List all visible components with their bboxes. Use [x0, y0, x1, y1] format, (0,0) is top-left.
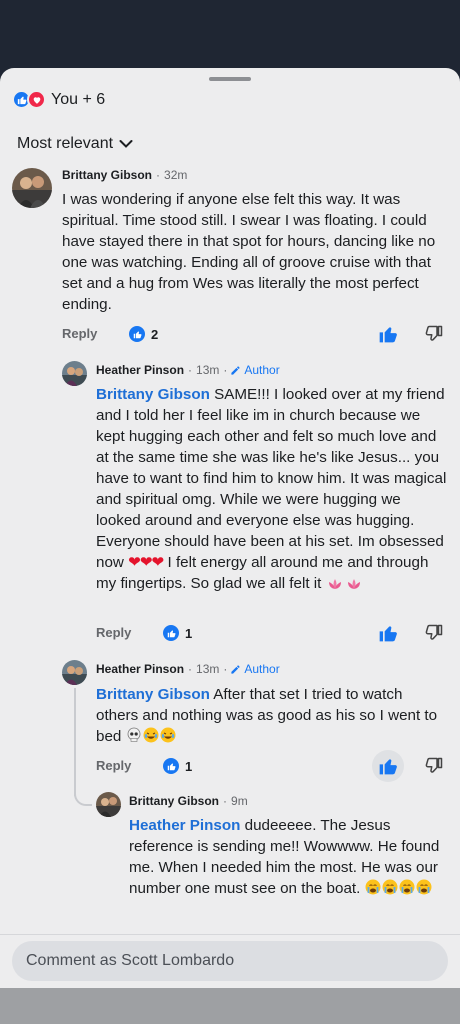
- chevron-down-icon: [119, 140, 133, 148]
- comment-body: Heather Pinson dudeeeee. The Jesus refer…: [129, 817, 440, 897]
- avatar[interactable]: [96, 792, 121, 817]
- like-button[interactable]: [374, 619, 402, 647]
- pencil-icon: [231, 365, 240, 375]
- comment-time[interactable]: 13m: [196, 363, 219, 377]
- like-icon: [163, 625, 179, 641]
- like-button[interactable]: [372, 750, 404, 782]
- crying-emoji: [365, 879, 381, 895]
- comment-body: I was wondering if anyone else felt this…: [62, 191, 436, 313]
- lotus-emoji: [347, 579, 360, 589]
- mention-link[interactable]: Brittany Gibson: [96, 386, 210, 403]
- comment-author[interactable]: Brittany Gibson: [62, 168, 152, 182]
- crying-emoji: [382, 879, 398, 895]
- sort-label: Most relevant: [17, 135, 114, 152]
- comment-header: Brittany Gibson · 32m: [62, 168, 188, 182]
- comment-header: Brittany Gibson · 9m: [129, 794, 248, 808]
- thumbs-down-icon: [425, 757, 443, 773]
- thumbs-down-icon: [425, 624, 443, 640]
- comment-time[interactable]: 32m: [164, 168, 187, 182]
- like-icon: [129, 326, 145, 342]
- reply-button[interactable]: Reply: [96, 758, 131, 773]
- like-count: 1: [185, 758, 193, 774]
- thumbs-up-icon: [379, 626, 397, 642]
- crying-emoji: [399, 879, 415, 895]
- laughing-emoji: [160, 727, 176, 743]
- drag-handle[interactable]: [209, 77, 251, 81]
- dislike-button[interactable]: [420, 752, 448, 780]
- like-count: 2: [151, 326, 159, 342]
- laughing-emoji: [143, 727, 159, 743]
- thread-connector: [74, 790, 92, 806]
- pencil-icon: [231, 664, 240, 674]
- skull-emoji: [127, 727, 140, 742]
- reply-button[interactable]: Reply: [96, 625, 131, 640]
- reactions-summary[interactable]: You + 6: [12, 90, 105, 109]
- author-badge: Author: [230, 662, 280, 676]
- reply-button[interactable]: Reply: [62, 326, 97, 341]
- love-icon: [27, 90, 46, 109]
- like-button[interactable]: [374, 320, 402, 348]
- crying-emoji: [416, 879, 432, 895]
- dislike-button[interactable]: [420, 619, 448, 647]
- like-icon: [163, 758, 179, 774]
- dislike-button[interactable]: [420, 320, 448, 348]
- like-count: 1: [185, 625, 193, 641]
- thumbs-up-icon: [379, 327, 397, 343]
- mention-link[interactable]: Brittany Gibson: [96, 686, 210, 703]
- system-nav-bar: [0, 988, 460, 1024]
- comment-author[interactable]: Heather Pinson: [96, 662, 184, 676]
- avatar[interactable]: [62, 660, 87, 685]
- author-badge: Author: [230, 363, 280, 377]
- comment-time[interactable]: 9m: [231, 794, 248, 808]
- like-count-badge[interactable]: 1: [163, 625, 192, 641]
- comment-input[interactable]: [12, 941, 448, 981]
- hearts-emoji: ❤❤❤: [128, 554, 164, 571]
- comment-body: Brittany Gibson SAME!!! I looked over at…: [96, 386, 447, 592]
- thread-line: [74, 688, 76, 796]
- like-count-badge[interactable]: 2: [129, 326, 158, 342]
- lotus-emoji: [328, 579, 341, 589]
- comment-header: Heather Pinson · 13m · Author: [96, 662, 280, 676]
- sort-dropdown[interactable]: Most relevant: [17, 135, 133, 153]
- thumbs-down-icon: [425, 325, 443, 341]
- comment-body: Brittany Gibson After that set I tried t…: [96, 686, 438, 745]
- comments-sheet: You + 6 Most relevant Brittany Gibson · …: [0, 68, 460, 988]
- comment-author[interactable]: Heather Pinson: [96, 363, 184, 377]
- reaction-count: You + 6: [51, 90, 106, 108]
- thumbs-up-icon: [379, 759, 397, 775]
- comment-header: Heather Pinson · 13m · Author: [96, 363, 280, 377]
- comment-time[interactable]: 13m: [196, 662, 219, 676]
- avatar[interactable]: [62, 361, 87, 386]
- like-count-badge[interactable]: 1: [163, 758, 192, 774]
- comment-author[interactable]: Brittany Gibson: [129, 794, 219, 808]
- mention-link[interactable]: Heather Pinson: [129, 817, 240, 834]
- avatar[interactable]: [12, 168, 52, 208]
